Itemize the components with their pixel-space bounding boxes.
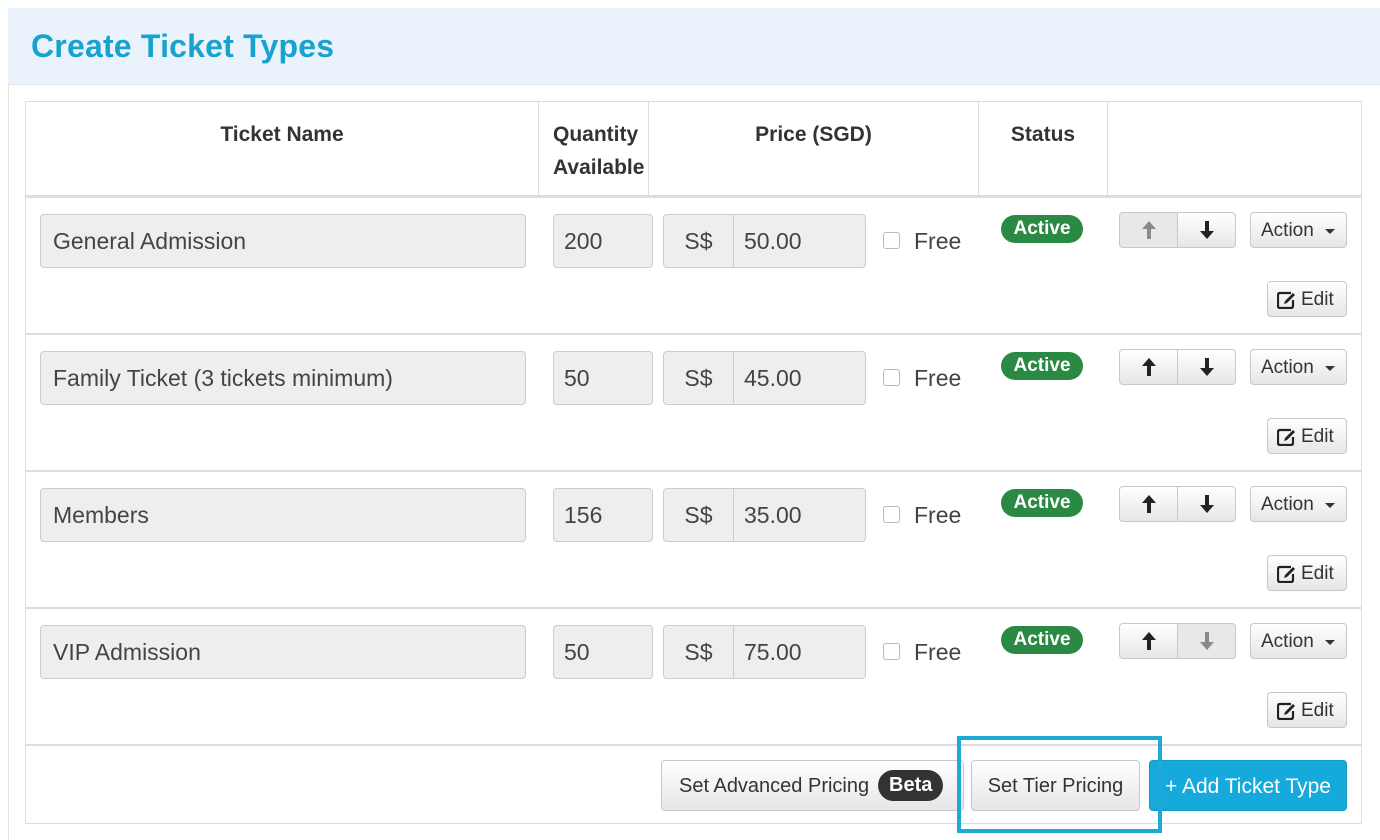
move-up-button[interactable] [1119,349,1178,385]
move-down-button[interactable] [1177,349,1236,385]
price-input[interactable] [733,351,866,405]
edit-icon [1277,428,1295,446]
edit-button[interactable]: Edit [1267,418,1347,454]
reorder-button-group [1119,349,1237,385]
set-advanced-pricing-button[interactable]: Set Advanced Pricing Beta [661,760,964,811]
caret-down-icon [1325,640,1335,645]
page-title: Create Ticket Types [31,28,335,64]
move-down-button[interactable] [1177,623,1236,659]
reorder-button-group [1119,623,1237,659]
arrow-up-icon [1142,495,1156,513]
table-row: S$ Free Active Action Edit [26,198,1361,335]
action-label: Action [1261,494,1314,515]
table-row: S$ Free Active Action Edit [26,609,1361,746]
currency-addon: S$ [663,351,734,405]
action-dropdown-button[interactable]: Action [1250,623,1347,659]
currency-addon: S$ [663,625,734,679]
add-ticket-type-button[interactable]: + Add Ticket Type [1149,760,1347,811]
header-quantity-available: Quantity Available [539,102,649,195]
price-input[interactable] [733,625,866,679]
quantity-input[interactable] [553,214,653,268]
status-badge: Active [1001,215,1083,243]
caret-down-icon [1325,503,1335,508]
action-dropdown-button[interactable]: Action [1250,349,1347,385]
beta-badge: Beta [878,770,944,801]
table-row: S$ Free Active Action Edit [26,335,1361,472]
arrow-up-icon [1142,221,1156,239]
table-header: Ticket Name Quantity Available Price (SG… [26,102,1361,198]
status-badge: Active [1001,626,1083,654]
ticket-types-table: Ticket Name Quantity Available Price (SG… [25,101,1362,824]
reorder-button-group [1119,212,1237,248]
move-down-button[interactable] [1177,212,1236,248]
ticket-name-input[interactable] [40,351,526,405]
edit-label: Edit [1301,563,1334,584]
move-up-button[interactable] [1119,623,1178,659]
price-input[interactable] [733,488,866,542]
arrow-up-icon [1142,358,1156,376]
header-ticket-name: Ticket Name [26,102,539,195]
caret-down-icon [1325,229,1335,234]
action-dropdown-button[interactable]: Action [1250,486,1347,522]
action-label: Action [1261,220,1314,241]
arrow-up-icon [1142,632,1156,650]
action-label: Action [1261,357,1314,378]
ticket-name-input[interactable] [40,488,526,542]
free-checkbox[interactable] [883,369,900,387]
free-option[interactable]: Free [883,214,961,268]
move-down-button[interactable] [1177,486,1236,522]
edit-label: Edit [1301,700,1334,721]
arrow-down-icon [1200,221,1214,239]
advanced-pricing-label: Set Advanced Pricing [679,775,870,797]
quantity-input[interactable] [553,488,653,542]
arrow-down-icon [1200,495,1214,513]
action-label: Action [1261,631,1314,652]
status-badge: Active [1001,352,1083,380]
edit-button[interactable]: Edit [1267,555,1347,591]
currency-addon: S$ [663,214,734,268]
free-label: Free [914,639,962,665]
free-label: Free [914,228,962,254]
panel-border [8,85,9,840]
edit-button[interactable]: Edit [1267,692,1347,728]
page: Create Ticket Types Ticket Name Quantity… [0,0,1380,840]
panel-header: Create Ticket Types [8,8,1380,85]
edit-icon [1277,291,1295,309]
edit-label: Edit [1301,426,1334,447]
currency-addon: S$ [663,488,734,542]
free-option[interactable]: Free [883,625,961,679]
move-up-button[interactable] [1119,486,1178,522]
reorder-button-group [1119,486,1237,522]
free-label: Free [914,365,962,391]
quantity-input[interactable] [553,351,653,405]
arrow-down-icon [1200,632,1214,650]
arrow-down-icon [1200,358,1214,376]
free-checkbox[interactable] [883,232,900,250]
status-badge: Active [1001,489,1083,517]
move-up-button[interactable] [1119,212,1178,248]
edit-icon [1277,702,1295,720]
set-tier-pricing-button[interactable]: Set Tier Pricing [971,760,1140,811]
free-checkbox[interactable] [883,506,900,524]
table-footer: Set Advanced Pricing Beta Set Tier Prici… [26,746,1361,823]
header-quantity-line1: Quantity [553,123,639,146]
header-quantity-line2: Available [553,156,645,179]
header-status: Status [979,102,1108,195]
quantity-input[interactable] [553,625,653,679]
header-actions [1108,102,1361,195]
table-row: S$ Free Active Action Edit [26,472,1361,609]
free-checkbox[interactable] [883,643,900,661]
price-input[interactable] [733,214,866,268]
edit-button[interactable]: Edit [1267,281,1347,317]
action-dropdown-button[interactable]: Action [1250,212,1347,248]
header-price: Price (SGD) [649,102,979,195]
free-option[interactable]: Free [883,488,961,542]
ticket-name-input[interactable] [40,214,526,268]
edit-icon [1277,565,1295,583]
ticket-name-input[interactable] [40,625,526,679]
caret-down-icon [1325,366,1335,371]
free-label: Free [914,502,962,528]
free-option[interactable]: Free [883,351,961,405]
edit-label: Edit [1301,289,1334,310]
